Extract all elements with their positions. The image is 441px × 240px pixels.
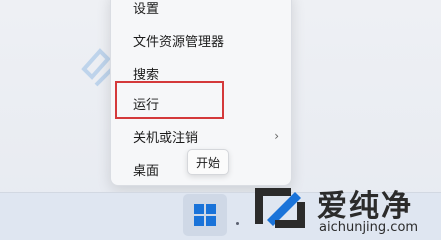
menu-item-label: 桌面 [133, 163, 160, 179]
menu-item-file-explorer[interactable]: 文件资源管理器 [111, 24, 293, 56]
menu-item-shutdown-or-signout[interactable]: 关机或注销 › [111, 120, 293, 152]
menu-item-label: 文件资源管理器 [133, 34, 225, 50]
run-highlight-box [115, 81, 224, 119]
start-tooltip: 开始 [187, 149, 229, 175]
chevron-right-icon: › [274, 129, 279, 143]
tooltip-text: 开始 [195, 155, 220, 170]
brand-domain: aichunjing.com [319, 220, 419, 235]
start-button[interactable] [183, 194, 227, 236]
brand-name: 爱纯净 [317, 189, 413, 224]
brand-watermark: 爱纯净 aichunjing.com [245, 178, 441, 240]
menu-item-label: 搜索 [133, 67, 160, 83]
menu-item-label: 关机或注销 [133, 130, 199, 146]
brand-logo-icon [255, 188, 305, 228]
active-indicator [236, 222, 239, 225]
windows-logo-icon [194, 204, 216, 226]
menu-item-label: 设置 [133, 1, 160, 17]
menu-item-settings[interactable]: 设置 [111, 0, 293, 23]
